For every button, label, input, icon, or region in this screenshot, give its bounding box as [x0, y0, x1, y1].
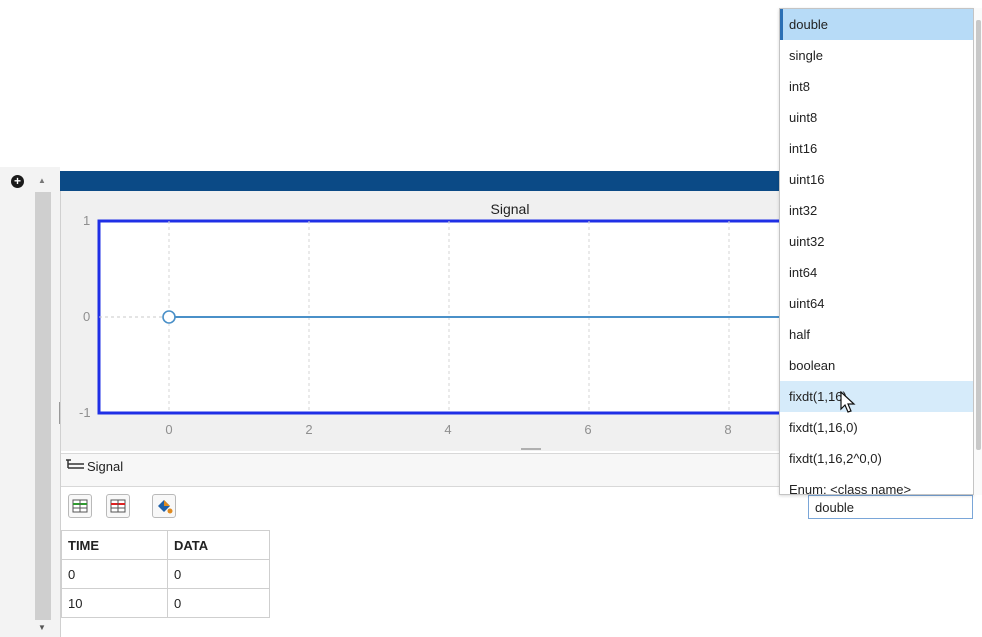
x-tick-label: 6 — [584, 422, 592, 437]
data-column-header[interactable]: DATA — [167, 530, 270, 560]
dropdown-option[interactable]: int64 — [780, 257, 973, 288]
time-column-header[interactable]: TIME — [61, 530, 168, 560]
datatype-input[interactable] — [808, 495, 973, 519]
signal-data-point[interactable] — [162, 310, 176, 324]
y-tick-label: 0 — [83, 309, 91, 324]
mouse-pointer-icon — [840, 391, 856, 413]
dropdown-option[interactable]: boolean — [780, 350, 973, 381]
data-cell[interactable]: 0 — [167, 559, 270, 589]
dropdown-option[interactable]: int8 — [780, 71, 973, 102]
plot-title: Signal — [490, 201, 530, 217]
dropdown-scrollbar-thumb[interactable] — [976, 20, 981, 450]
table-row[interactable]: 0 0 — [61, 559, 270, 589]
dropdown-option[interactable]: int16 — [780, 133, 973, 164]
dropdown-option[interactable]: Enum: <class name> — [780, 474, 973, 494]
dropdown-option[interactable]: fixdt(1,16) — [780, 381, 973, 412]
dropdown-option[interactable]: uint16 — [780, 164, 973, 195]
time-cell[interactable]: 10 — [61, 588, 168, 618]
dropdown-option[interactable]: uint64 — [780, 288, 973, 319]
dropdown-option[interactable]: uint8 — [780, 102, 973, 133]
y-tick-label: 1 — [83, 213, 91, 228]
paint-bucket-icon[interactable] — [152, 494, 176, 518]
signal-branch-icon — [65, 458, 85, 473]
signal-data-table: TIME DATA 0 0 10 0 — [61, 530, 270, 618]
table-insert-row-icon[interactable] — [68, 494, 92, 518]
y-tick-label: -1 — [79, 405, 91, 420]
data-cell[interactable]: 0 — [167, 588, 270, 618]
datatype-dropdown-list[interactable]: double single int8 uint8 int16 uint16 int32 uin… — [779, 8, 974, 495]
table-row[interactable]: 10 0 — [61, 588, 270, 618]
dropdown-option[interactable]: uint32 — [780, 226, 973, 257]
x-tick-label: 4 — [444, 422, 452, 437]
signal-label: Signal — [87, 459, 124, 474]
dropdown-option[interactable]: half — [780, 319, 973, 350]
x-tick-label: 2 — [305, 422, 313, 437]
x-tick-label: 0 — [165, 422, 173, 437]
x-tick-label: 8 — [724, 422, 732, 437]
dropdown-option[interactable]: fixdt(1,16,0) — [780, 412, 973, 443]
time-cell[interactable]: 0 — [61, 559, 168, 589]
dropdown-option[interactable]: double — [780, 9, 973, 40]
table-header-row: TIME DATA — [61, 530, 270, 560]
dropdown-option[interactable]: single — [780, 40, 973, 71]
plot-resize-handle[interactable] — [521, 448, 541, 450]
dropdown-option[interactable]: fixdt(1,16,2^0,0) — [780, 443, 973, 474]
dropdown-option[interactable]: int32 — [780, 195, 973, 226]
table-delete-row-icon[interactable] — [106, 494, 130, 518]
